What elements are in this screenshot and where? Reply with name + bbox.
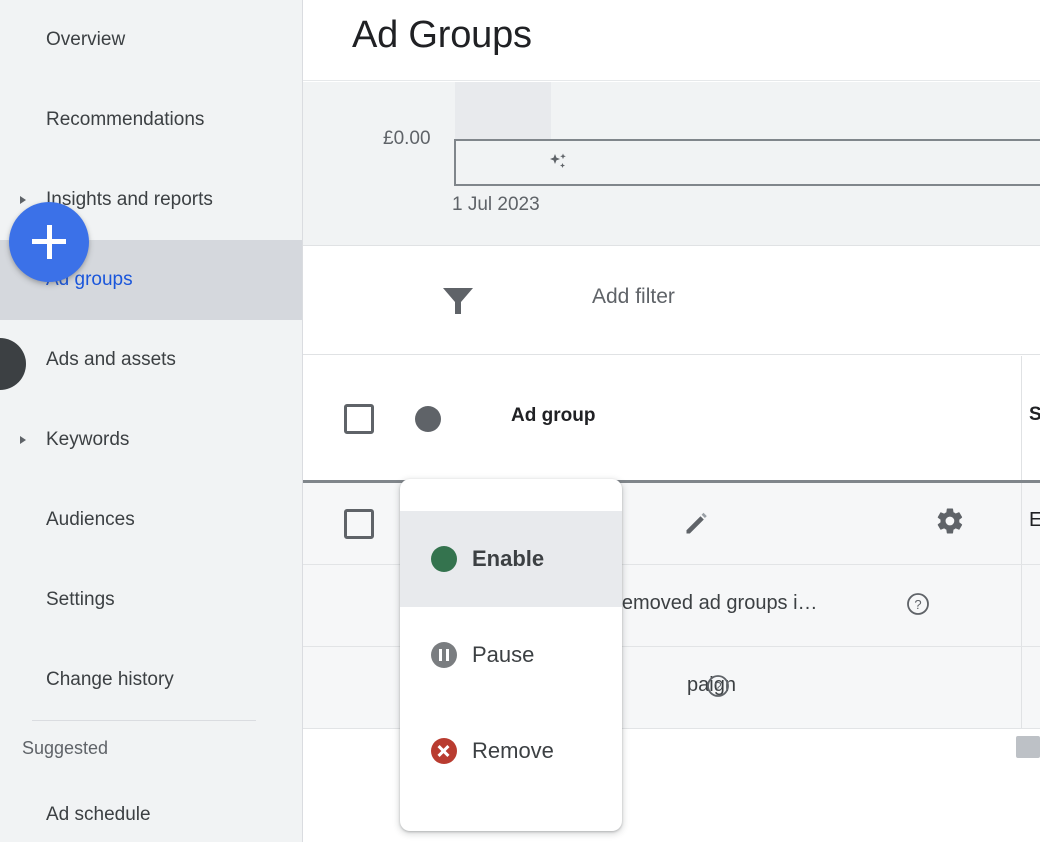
app-window: Overview Recommendations Insights and re…	[0, 0, 1040, 842]
help-circle-icon[interactable]: ?	[906, 592, 930, 616]
column-separator	[1021, 647, 1022, 728]
row-status-value: E	[1029, 509, 1040, 531]
sidebar-item-label: Ad schedule	[46, 804, 151, 825]
column-header-status[interactable]: S	[1029, 404, 1040, 426]
menu-item-label: Pause	[472, 642, 535, 667]
pause-circle-icon	[431, 642, 457, 668]
chart-annotation-bar	[454, 141, 1040, 186]
status-dropdown-menu: Enable Pause Remove	[400, 479, 622, 831]
sidebar-item-audiences[interactable]: Audiences	[0, 480, 302, 560]
sidebar-item-label: Settings	[46, 589, 115, 610]
sidebar-item-label: Recommendations	[46, 109, 205, 130]
page-title: Ad Groups	[352, 14, 532, 56]
sparkle-icon[interactable]	[546, 151, 570, 175]
chart-selection-band	[455, 82, 551, 140]
sidebar-item-label: Change history	[46, 669, 174, 690]
sidebar-item-change-history[interactable]: Change history	[0, 640, 302, 720]
column-separator	[1021, 356, 1022, 480]
left-navigation-sidebar: Overview Recommendations Insights and re…	[0, 0, 303, 842]
sidebar-item-label: Keywords	[46, 429, 130, 450]
remove-circle-icon	[431, 738, 457, 764]
svg-text:?: ?	[914, 597, 921, 612]
chevron-right-icon	[20, 436, 26, 444]
menu-item-enable[interactable]: Enable	[400, 511, 622, 607]
filter-bar: Add filter	[303, 247, 1040, 355]
select-all-checkbox[interactable]	[344, 404, 374, 434]
add-filter-button[interactable]: Add filter	[592, 285, 675, 309]
column-separator	[1021, 483, 1022, 564]
add-ad-group-fab[interactable]	[9, 202, 89, 282]
sidebar-item-label: Audiences	[46, 509, 135, 530]
help-circle-icon[interactable]: ?	[706, 674, 730, 698]
row-note-text: ut removed ad groups i…	[593, 592, 818, 614]
sidebar-item-ad-schedule[interactable]: Ad schedule	[0, 775, 302, 842]
green-dot-icon	[431, 546, 457, 572]
table-header-row: Ad group S	[303, 356, 1040, 483]
sidebar-item-settings[interactable]: Settings	[0, 560, 302, 640]
chart-y-axis-label: £0.00	[383, 128, 431, 149]
status-column-dot-icon[interactable]	[415, 406, 441, 432]
row-select-checkbox[interactable]	[344, 509, 374, 539]
column-header-ad-group[interactable]: Ad group	[511, 405, 595, 427]
menu-item-pause[interactable]: Pause	[400, 607, 622, 703]
sidebar-item-label: Overview	[46, 29, 126, 50]
svg-text:?: ?	[714, 679, 721, 694]
chart-x-axis-label: 1 Jul 2023	[452, 194, 540, 215]
sidebar-item-recommendations[interactable]: Recommendations	[0, 80, 302, 160]
filter-funnel-icon[interactable]	[440, 285, 476, 317]
horizontal-scrollbar-thumb[interactable]	[1016, 736, 1040, 758]
pencil-icon[interactable]	[684, 510, 710, 536]
page-header: Ad Groups	[303, 0, 1040, 81]
menu-item-label: Remove	[472, 738, 554, 763]
performance-chart-strip: £0.00 1 Jul 2023	[303, 82, 1040, 246]
menu-item-label: Enable	[472, 546, 545, 571]
sidebar-item-overview[interactable]: Overview	[0, 0, 302, 80]
chevron-right-icon	[20, 196, 26, 204]
menu-item-remove[interactable]: Remove	[400, 703, 622, 799]
sidebar-item-ads-and-assets[interactable]: Ads and assets	[0, 320, 302, 400]
column-separator	[1021, 565, 1022, 646]
gear-icon[interactable]	[935, 506, 965, 536]
sidebar-item-keywords[interactable]: Keywords	[0, 400, 302, 480]
sidebar-item-label: Ads and assets	[46, 349, 176, 370]
sidebar-section-suggested: Suggested	[22, 737, 109, 758]
